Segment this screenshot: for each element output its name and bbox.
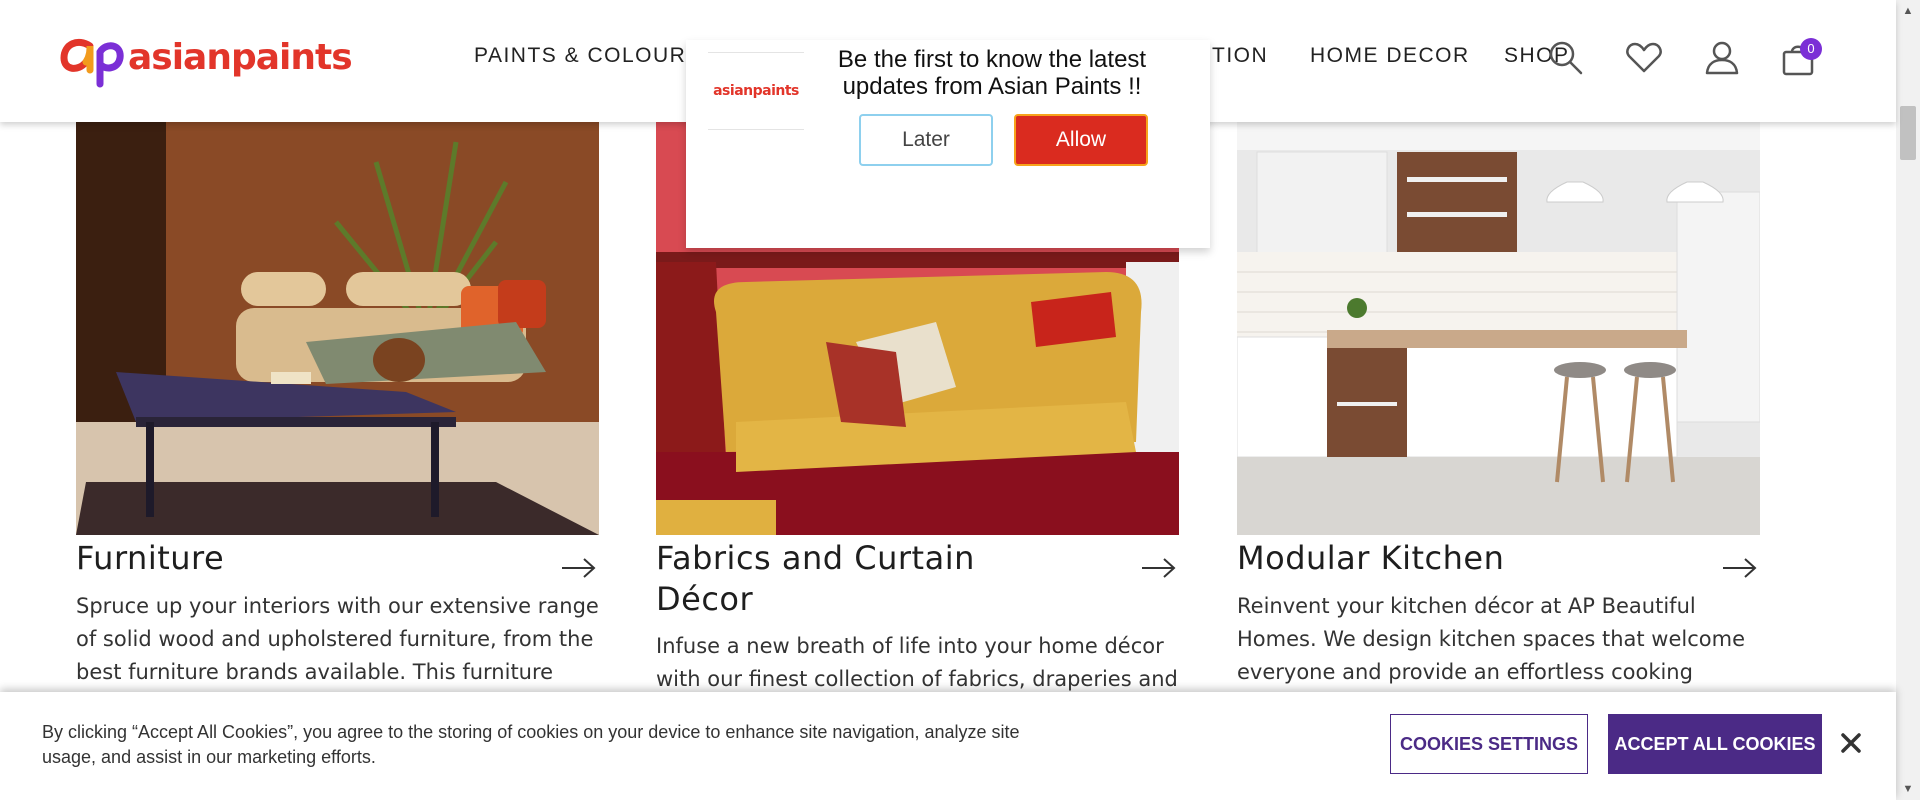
wishlist-icon[interactable] — [1624, 38, 1664, 78]
cookies-settings-button[interactable]: COOKIES SETTINGS — [1390, 714, 1588, 774]
scroll-up-icon[interactable]: ▲ — [1896, 0, 1920, 22]
scroll-down-icon[interactable]: ▼ — [1896, 778, 1920, 800]
close-icon[interactable] — [1836, 728, 1866, 758]
notification-logo: asianpaints — [708, 52, 804, 130]
notification-permission-popup: asianpaints Be the first to know the lat… — [686, 40, 1210, 248]
nav-item-paints-colours[interactable]: PAINTS & COLOURS — [474, 44, 702, 68]
nav-item-home-decor[interactable]: HOME DECOR — [1310, 44, 1470, 68]
card-title[interactable]: Modular Kitchen — [1237, 538, 1637, 579]
arrow-right-icon[interactable] — [561, 556, 597, 580]
cookie-consent-bar: By clicking “Accept All Cookies”, you ag… — [0, 692, 1896, 800]
card-description: Reinvent your kitchen décor at AP Beauti… — [1237, 594, 1746, 684]
cart-count-badge: 0 — [1800, 38, 1822, 60]
arrow-right-icon[interactable] — [1141, 556, 1177, 580]
vertical-scrollbar[interactable]: ▲ ▼ — [1896, 0, 1920, 800]
ap-logo-icon — [60, 39, 124, 88]
logo-text: asianpaints — [128, 36, 353, 78]
furniture-image — [76, 122, 599, 535]
scrollbar-thumb[interactable] — [1900, 106, 1916, 160]
cookie-consent-text: By clicking “Accept All Cookies”, you ag… — [42, 722, 1020, 767]
accept-all-cookies-button[interactable]: ACCEPT ALL COOKIES — [1608, 714, 1822, 774]
notification-message: Be the first to know the latest updates … — [837, 46, 1147, 100]
notification-logo-text: asianpaints — [713, 83, 799, 99]
search-icon[interactable] — [1546, 38, 1586, 78]
asianpaints-logo[interactable]: asianpaints — [60, 34, 353, 88]
card-title[interactable]: Fabrics and Curtain Décor — [656, 538, 1056, 620]
card-description: Infuse a new breath of life into your ho… — [656, 634, 1178, 691]
card-description: Spruce up your interiors with our extens… — [76, 594, 599, 684]
nav-item-partial[interactable]: TION — [1212, 44, 1268, 68]
allow-button[interactable]: Allow — [1014, 114, 1148, 166]
category-card-modular-kitchen[interactable]: Modular Kitchen Reinvent your kitchen dé… — [1236, 122, 1761, 684]
category-card-furniture[interactable]: Furniture Spruce up your interiors with … — [76, 122, 599, 684]
card-title[interactable]: Furniture — [76, 538, 476, 579]
later-button[interactable]: Later — [859, 114, 993, 166]
kitchen-image — [1236, 122, 1761, 535]
user-icon[interactable] — [1702, 38, 1742, 78]
arrow-right-icon[interactable] — [1722, 556, 1758, 580]
